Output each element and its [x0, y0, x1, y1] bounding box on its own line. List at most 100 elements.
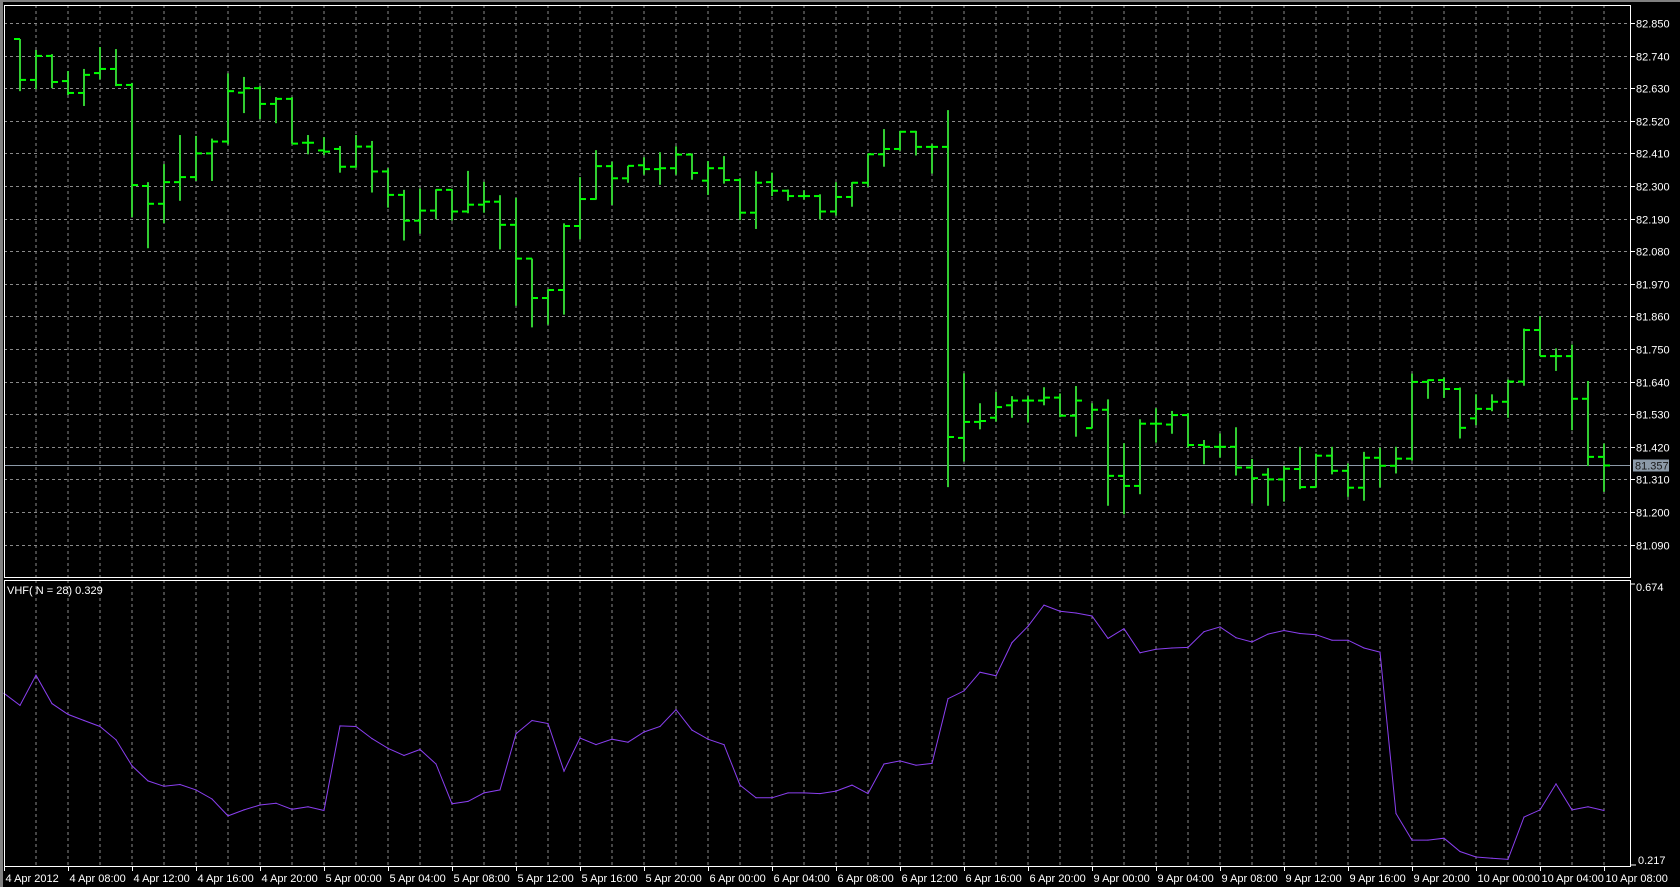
ohlc-bar[interactable]: [798, 190, 810, 200]
ohlc-bar[interactable]: [46, 54, 58, 89]
ohlc-bar[interactable]: [1582, 381, 1594, 467]
ohlc-bar[interactable]: [1102, 399, 1114, 506]
ohlc-bar[interactable]: [766, 172, 778, 197]
ohlc-bar[interactable]: [222, 73, 234, 145]
ohlc-bar[interactable]: [1374, 447, 1386, 488]
ohlc-bar[interactable]: [606, 161, 618, 205]
ohlc-bar[interactable]: [1278, 466, 1290, 502]
ohlc-bar[interactable]: [1166, 410, 1178, 434]
ohlc-bar[interactable]: [862, 153, 874, 187]
ohlc-bar[interactable]: [62, 71, 74, 96]
ohlc-bar[interactable]: [1182, 413, 1194, 448]
ohlc-bar[interactable]: [430, 188, 442, 220]
ohlc-bar[interactable]: [734, 178, 746, 221]
ohlc-bar[interactable]: [1486, 394, 1498, 412]
ohlc-bar[interactable]: [1150, 408, 1162, 443]
ohlc-bar[interactable]: [846, 181, 858, 207]
ohlc-bar[interactable]: [686, 153, 698, 180]
ohlc-bar[interactable]: [670, 146, 682, 175]
ohlc-bar[interactable]: [1118, 443, 1130, 515]
ohlc-bar[interactable]: [1454, 387, 1466, 439]
ohlc-bar[interactable]: [30, 49, 42, 90]
ohlc-bar[interactable]: [366, 140, 378, 193]
ohlc-bar[interactable]: [110, 49, 122, 87]
ohlc-bar[interactable]: [1358, 451, 1370, 501]
ohlc-bar[interactable]: [1086, 403, 1098, 430]
price-tick-label: 82.520: [1636, 117, 1670, 129]
ohlc-bar[interactable]: [1502, 379, 1514, 418]
ohlc-bar[interactable]: [334, 145, 346, 173]
ohlc-bar[interactable]: [126, 82, 138, 218]
ohlc-bar[interactable]: [1566, 344, 1578, 431]
ohlc-bar[interactable]: [558, 223, 570, 315]
ohlc-bar[interactable]: [158, 164, 170, 224]
ohlc-bar[interactable]: [1534, 316, 1546, 358]
ohlc-bar[interactable]: [286, 97, 298, 145]
ohlc-bar[interactable]: [990, 391, 1002, 422]
vhf-point: [1283, 629, 1285, 632]
ohlc-bar[interactable]: [270, 97, 282, 124]
ohlc-bar[interactable]: [926, 144, 938, 174]
ohlc-bar[interactable]: [1390, 446, 1402, 474]
ohlc-bar[interactable]: [1022, 396, 1034, 423]
ohlc-bar[interactable]: [974, 403, 986, 430]
ohlc-bar[interactable]: [750, 171, 762, 229]
ohlc-bar[interactable]: [1470, 394, 1482, 426]
ohlc-bar[interactable]: [1438, 377, 1450, 398]
ohlc-bar[interactable]: [1294, 446, 1306, 490]
ohlc-bar[interactable]: [94, 47, 106, 80]
ohlc-bar[interactable]: [942, 110, 954, 488]
ohlc-bar[interactable]: [654, 152, 666, 185]
ohlc-bar[interactable]: [382, 168, 394, 208]
ohlc-bar[interactable]: [1070, 386, 1082, 437]
chart-window[interactable]: 82.850 82.740 82.630 82.520 82.410 82.300 82.1…: [0, 0, 1680, 887]
ohlc-bar[interactable]: [206, 138, 218, 181]
ohlc-bar[interactable]: [398, 189, 410, 241]
ohlc-bar[interactable]: [1598, 443, 1610, 492]
ohlc-bar[interactable]: [350, 135, 362, 168]
ohlc-bar[interactable]: [494, 195, 506, 250]
ohlc-bar[interactable]: [462, 170, 474, 214]
ohlc-bar[interactable]: [1038, 387, 1050, 406]
ohlc-bar[interactable]: [1198, 439, 1210, 465]
ohlc-bar[interactable]: [702, 161, 714, 195]
ohlc-bar[interactable]: [78, 68, 90, 106]
ohlc-bar[interactable]: [190, 135, 202, 181]
ohlc-bar[interactable]: [1214, 433, 1226, 458]
ohlc-bar[interactable]: [238, 76, 250, 114]
ohlc-bar[interactable]: [1550, 348, 1562, 371]
ohlc-bar[interactable]: [1342, 463, 1354, 497]
ohlc-bar[interactable]: [718, 156, 730, 184]
ohlc-bar[interactable]: [1326, 446, 1338, 475]
ohlc-bar[interactable]: [1134, 419, 1146, 495]
ohlc-chart[interactable]: 82.850 82.740 82.630 82.520 82.410 82.300 82.1…: [0, 0, 1680, 887]
ohlc-bar[interactable]: [1518, 328, 1530, 386]
ohlc-bar[interactable]: [318, 137, 330, 156]
ohlc-bar[interactable]: [1230, 427, 1242, 476]
ohlc-bar[interactable]: [302, 135, 314, 155]
ohlc-bar[interactable]: [1054, 393, 1066, 418]
ohlc-bar[interactable]: [142, 182, 154, 249]
ohlc-bar[interactable]: [894, 130, 906, 151]
ohlc-bar[interactable]: [782, 189, 794, 201]
price-panel[interactable]: [4, 38, 1630, 515]
ohlc-bar[interactable]: [1262, 468, 1274, 506]
ohlc-bar[interactable]: [1310, 453, 1322, 489]
ohlc-bar[interactable]: [638, 157, 650, 175]
ohlc-bar[interactable]: [830, 182, 842, 216]
ohlc-bar[interactable]: [622, 164, 634, 183]
ohlc-bar[interactable]: [814, 194, 826, 220]
ohlc-bar[interactable]: [526, 257, 538, 328]
ohlc-bar[interactable]: [414, 188, 426, 234]
time-tick-label: 6 Apr 20:00: [1030, 873, 1086, 885]
ohlc-bar[interactable]: [542, 289, 554, 325]
ohlc-bar[interactable]: [174, 135, 186, 201]
time-tick-label: 6 Apr 16:00: [966, 873, 1022, 885]
ohlc-bar[interactable]: [254, 86, 266, 120]
ohlc-bar[interactable]: [14, 38, 26, 92]
ohlc-bar[interactable]: [446, 188, 458, 221]
ohlc-bar[interactable]: [910, 130, 922, 156]
ohlc-bar[interactable]: [958, 373, 970, 462]
ohlc-bar[interactable]: [590, 150, 602, 201]
ohlc-bar[interactable]: [878, 129, 890, 167]
